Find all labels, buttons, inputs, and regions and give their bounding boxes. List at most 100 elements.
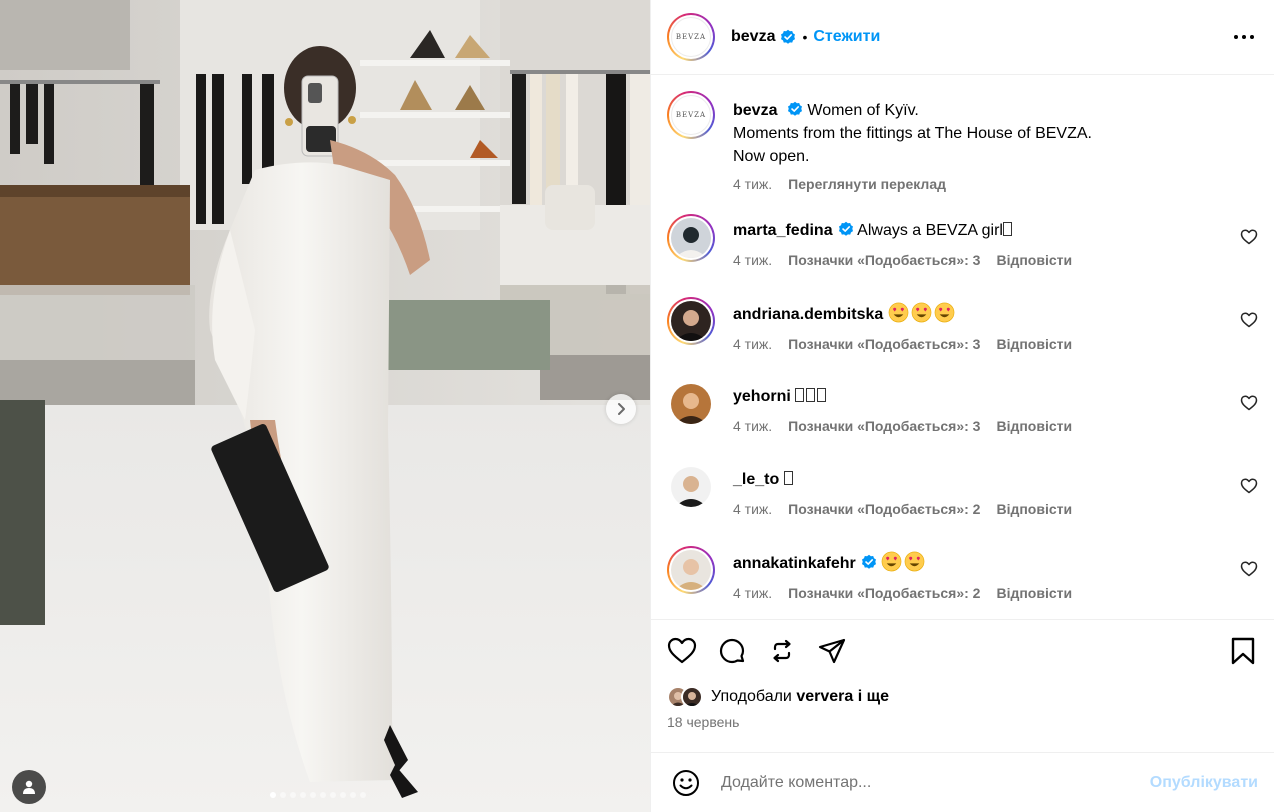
comment-likes-count[interactable]: Позначки «Подобається»: 2 [788,501,980,517]
heart-eyes-emoji-icon [881,551,902,572]
comment-username[interactable]: yehorni [733,388,791,405]
carousel-dot [310,792,316,798]
carousel-dot [280,792,286,798]
carousel-dot [340,792,346,798]
carousel-dot [350,792,356,798]
post-photo [0,0,650,812]
more-options-button[interactable] [1230,23,1258,51]
comment-likes-count[interactable]: Позначки «Подобається»: 2 [788,585,980,601]
carousel-dot [270,792,276,798]
bookmark-icon [1231,637,1255,665]
carousel-dot [300,792,306,798]
comment-like-heart-icon[interactable] [1240,394,1258,412]
next-slide-button[interactable] [606,394,636,424]
post-actions: Уподобали ververa і ще 18 червень [651,619,1274,752]
carousel-indicators [270,792,366,798]
comment-likes-count[interactable]: Позначки «Подобається»: 3 [788,336,980,352]
comment-icon [719,638,745,664]
repost-icon [773,639,791,663]
heart-eyes-emoji-icon [904,551,925,572]
comment-button[interactable] [717,636,747,666]
comment-like-heart-icon[interactable] [1240,477,1258,495]
comment-like-heart-icon[interactable] [1240,560,1258,578]
save-button[interactable] [1228,636,1258,666]
verified-badge-icon [861,554,876,569]
tagged-users-button[interactable] [12,770,46,804]
author-username[interactable]: bevza [731,28,775,46]
verified-badge-icon [838,221,853,236]
verified-badge-icon [781,29,796,44]
reply-button[interactable]: Відповісти [996,501,1072,517]
caption-line: Now open. [733,148,810,165]
smiley-icon [673,769,699,796]
author-avatar[interactable]: BEVZA [667,13,715,61]
comment-item: annakatinkafehr 4 тиж. Позначки «Подобає… [667,546,1258,619]
comment-like-heart-icon[interactable] [1240,311,1258,329]
more-horizontal-icon [1234,35,1254,39]
commenter-avatar[interactable] [667,380,715,428]
chevron-right-icon [618,403,625,415]
reply-button[interactable]: Відповісти [996,585,1072,601]
comment-time[interactable]: 4 тиж. [733,501,772,517]
comment-username[interactable]: _le_to [733,471,779,488]
liked-by: Уподобали ververa і ще [667,686,1258,708]
liked-by-others[interactable]: і ще [858,688,889,705]
send-icon [818,638,846,664]
comment-username[interactable]: marta_fedina [733,222,833,239]
comment-likes-count[interactable]: Позначки «Подобається»: 3 [788,418,980,434]
heart-eyes-emoji-icon [934,302,955,323]
comment-item: _le_to 4 тиж. Позначки «Подобається»: 2 … [667,463,1258,546]
emoji-placeholder-icon [783,471,793,485]
comment-item: marta_fedina Always a BEVZA girl 4 тиж. … [667,214,1258,297]
follow-button[interactable]: Стежити [813,28,880,46]
comment-likes-count[interactable]: Позначки «Подобається»: 3 [788,252,980,268]
post-caption: BEVZA bevza Women of Kyïv. Moments from … [667,91,1258,192]
commenter-avatar[interactable] [667,463,715,511]
comment-username[interactable]: annakatinkafehr [733,555,856,572]
comment-input[interactable] [721,773,1150,792]
reply-button[interactable]: Відповісти [996,336,1072,352]
reply-button[interactable]: Відповісти [996,418,1072,434]
header-separator: • [802,29,808,45]
reply-button[interactable]: Відповісти [996,252,1072,268]
liker-avatar[interactable] [681,686,703,708]
comment-item: yehorni 4 тиж. Позначки «Подобається»: 3… [667,380,1258,463]
like-button[interactable] [667,636,697,666]
caption-time[interactable]: 4 тиж. [733,176,772,192]
post-date[interactable]: 18 червень [667,714,1258,730]
post-media[interactable] [0,0,650,812]
heart-eyes-emoji-icon [888,302,909,323]
emoji-picker-button[interactable] [671,768,701,798]
comment-time[interactable]: 4 тиж. [733,336,772,352]
repost-button[interactable] [767,636,797,666]
commenter-avatar[interactable] [667,214,715,262]
add-comment-bar: Опублікувати [651,752,1274,812]
heart-eyes-emoji-icon [911,302,932,323]
comment-time[interactable]: 4 тиж. [733,418,772,434]
emoji-placeholder-icon [795,388,805,402]
carousel-dot [330,792,336,798]
share-button[interactable] [817,636,847,666]
post-header: BEVZA bevza • Стежити [651,0,1274,75]
comment-time[interactable]: 4 тиж. [733,252,772,268]
emoji-placeholder-icon [817,388,827,402]
emoji-placeholder-icon [806,388,816,402]
bevza-logo: BEVZA [671,17,711,57]
liked-by-user[interactable]: ververa [796,688,853,705]
commenter-avatar[interactable] [667,546,715,594]
comment-username[interactable]: andriana.dembitska [733,306,883,323]
caption-line: Moments from the fittings at The House o… [733,125,1092,142]
publish-button[interactable]: Опублікувати [1150,774,1258,792]
see-translation-link[interactable]: Переглянути переклад [788,176,946,192]
comment-text: Always a BEVZA girl [857,222,1003,239]
bevza-logo: BEVZA [671,95,711,135]
post-sidebar: BEVZA bevza • Стежити BEVZA bevza Women … [650,0,1274,812]
caption-username[interactable]: bevza [733,102,777,119]
comments-list[interactable]: BEVZA bevza Women of Kyïv. Moments from … [651,75,1274,619]
emoji-placeholder-icon [1002,222,1012,236]
commenter-avatar[interactable] [667,297,715,345]
caption-author-avatar[interactable]: BEVZA [667,91,715,139]
comment-time[interactable]: 4 тиж. [733,585,772,601]
liked-by-prefix: Уподобали [711,688,792,705]
comment-like-heart-icon[interactable] [1240,228,1258,246]
